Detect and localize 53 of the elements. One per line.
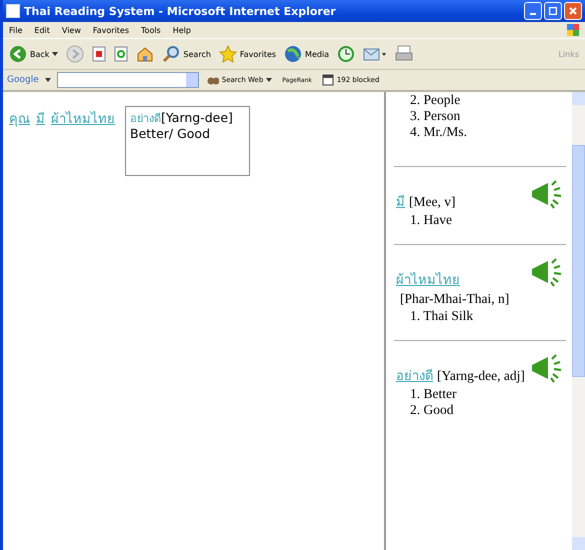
back-button[interactable]: Back: [7, 45, 60, 63]
meaning-item: 2. Good: [409, 402, 454, 418]
google-search-field[interactable]: [56, 72, 199, 88]
meaning-text: Better/ Good: [130, 126, 210, 141]
speaker-icon[interactable]: [530, 353, 564, 383]
stop-button[interactable]: [90, 46, 108, 62]
favorites-button[interactable]: Favorites: [216, 45, 278, 63]
caret-icon: [266, 78, 272, 82]
search-button[interactable]: Search: [160, 45, 213, 63]
maximize-icon: [549, 7, 557, 15]
stop-icon: [92, 46, 106, 62]
media-button[interactable]: Media: [282, 45, 332, 63]
meaning-item: 4. Mr./Ms.: [409, 124, 468, 140]
menu-item[interactable]: Favorites: [92, 26, 130, 34]
meaning-item: 2. People: [409, 92, 462, 108]
maximize-button[interactable]: [544, 2, 562, 20]
envelope-icon: [363, 46, 388, 62]
printer-icon: [395, 45, 414, 63]
meaning-item: 1. Better: [409, 386, 458, 402]
menu-item[interactable]: Tools: [141, 26, 161, 34]
caret-icon[interactable]: [44, 78, 51, 82]
globe-icon: [284, 45, 302, 63]
reading-text: [Yarng-dee, adj]: [437, 367, 525, 385]
search-icon: [162, 45, 180, 63]
scroll-thumb[interactable]: [572, 145, 585, 377]
close-icon: [569, 7, 577, 15]
reading-text: [Phar-Mhai-Thai, n]: [400, 290, 510, 308]
print-button[interactable]: [393, 45, 416, 63]
menu-item[interactable]: View: [62, 26, 81, 34]
house-icon: [136, 46, 154, 62]
page-icon: [6, 4, 20, 18]
google-logo: Google: [7, 75, 39, 85]
menu-item[interactable]: Edit: [34, 26, 50, 34]
minimize-button[interactable]: [524, 2, 542, 20]
caret-icon: [52, 52, 58, 56]
meaning-item: 3. Person: [409, 108, 462, 124]
scrollbar[interactable]: [572, 92, 585, 550]
refresh-icon: [114, 46, 128, 62]
windows-logo-icon: [567, 24, 579, 36]
menu-item[interactable]: File: [9, 26, 22, 34]
meaning-item: 1. Have: [409, 212, 453, 228]
window-icon: [322, 74, 334, 86]
speaker-icon[interactable]: [530, 257, 564, 287]
menu-item[interactable]: Help: [172, 26, 191, 34]
refresh-button[interactable]: [112, 46, 130, 62]
close-button[interactable]: [564, 2, 582, 20]
star-icon: [218, 45, 237, 63]
window-title: Thai Reading System - Microsoft Internet Explorer: [24, 4, 337, 18]
reading-text: [Mee, v]: [409, 193, 456, 211]
clock-icon: [337, 45, 356, 63]
speaker-icon[interactable]: [530, 179, 564, 209]
reading-text: [Yarng-dee]: [161, 110, 233, 125]
meaning-item: 1. Thai Silk: [409, 308, 474, 324]
